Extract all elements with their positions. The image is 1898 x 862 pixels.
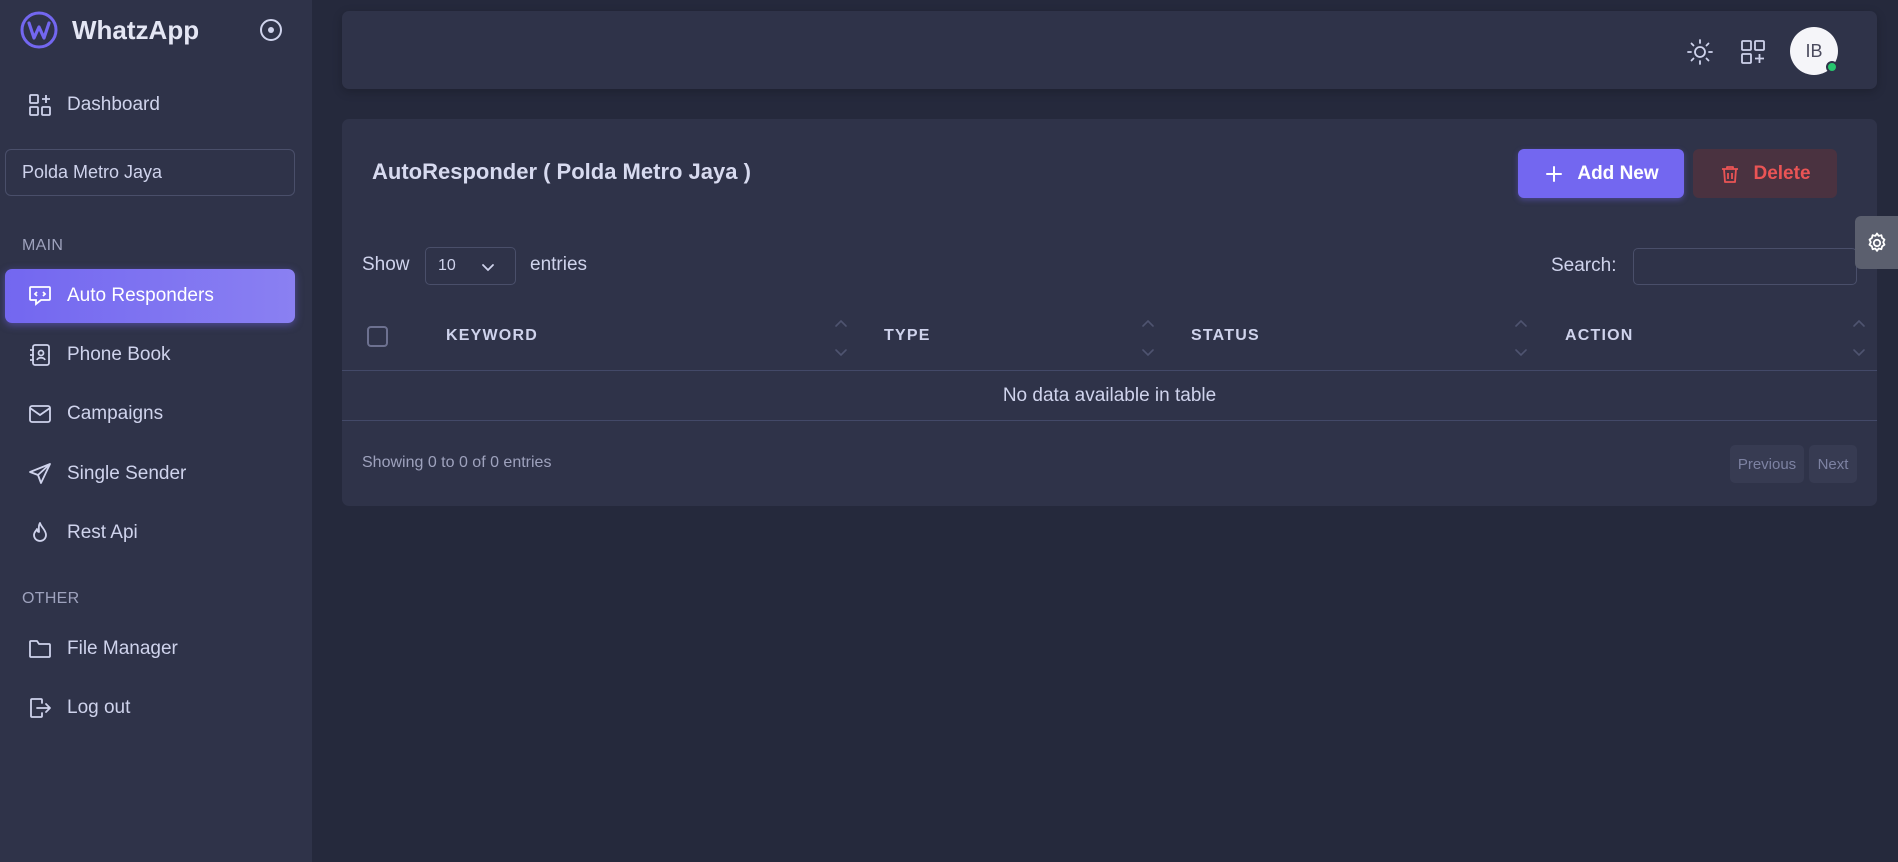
sidebar-item-label: File Manager xyxy=(67,638,178,659)
avatar[interactable]: IB xyxy=(1790,27,1838,75)
add-new-label: Add New xyxy=(1577,162,1659,184)
show-label: Show xyxy=(362,254,410,275)
online-status-dot xyxy=(1826,61,1838,73)
next-page-button[interactable]: Next xyxy=(1809,445,1857,483)
entries-length-value: 10 xyxy=(438,257,456,274)
column-header-status[interactable]: STATUS xyxy=(1191,327,1260,345)
column-header-type[interactable]: TYPE xyxy=(884,327,931,345)
mail-icon xyxy=(29,405,51,423)
chevron-down-icon xyxy=(482,264,494,272)
brand-logo-icon xyxy=(20,11,58,49)
plus-icon xyxy=(1546,165,1563,182)
sidebar: WhatzApp Dashboard Polda Metro Jaya MAIN… xyxy=(0,0,312,862)
sort-icon[interactable] xyxy=(1141,317,1155,359)
topbar: IB xyxy=(342,11,1877,89)
sort-icon[interactable] xyxy=(834,317,848,359)
sidebar-toggle-icon[interactable] xyxy=(257,16,285,44)
autoresponder-card: AutoResponder ( Polda Metro Jaya ) Add N… xyxy=(342,119,1877,506)
sidebar-item-dashboard[interactable]: Dashboard xyxy=(5,78,295,132)
sidebar-item-auto-responders[interactable]: Auto Responders xyxy=(5,269,295,323)
table-info: Showing 0 to 0 of 0 entries xyxy=(362,454,552,471)
sidebar-item-file-manager[interactable]: File Manager xyxy=(5,622,295,676)
section-label-main: MAIN xyxy=(22,237,64,254)
page-title: AutoResponder ( Polda Metro Jaya ) xyxy=(372,159,751,184)
column-header-keyword[interactable]: KEYWORD xyxy=(446,327,538,345)
sun-icon[interactable] xyxy=(1685,37,1715,67)
sort-icon[interactable] xyxy=(1852,317,1866,359)
select-all-checkbox[interactable] xyxy=(367,326,388,347)
device-select[interactable]: Polda Metro Jaya xyxy=(5,149,295,196)
sidebar-item-single-sender[interactable]: Single Sender xyxy=(5,447,295,501)
dashboard-icon xyxy=(29,94,51,116)
previous-page-button[interactable]: Previous xyxy=(1730,445,1804,483)
sidebar-item-label: Rest Api xyxy=(67,522,138,543)
sidebar-item-label: Phone Book xyxy=(67,344,171,365)
sidebar-item-log-out[interactable]: Log out xyxy=(5,681,295,735)
apps-add-icon[interactable] xyxy=(1738,37,1768,67)
entries-length-select[interactable]: 10 xyxy=(425,247,516,285)
message-bot-icon xyxy=(29,286,51,306)
delete-label: Delete xyxy=(1753,162,1811,184)
sidebar-item-label: Campaigns xyxy=(67,403,164,424)
section-label-other: OTHER xyxy=(22,590,80,607)
sort-icon[interactable] xyxy=(1514,317,1528,359)
search-input[interactable] xyxy=(1633,248,1857,285)
empty-table-row: No data available in table xyxy=(342,371,1877,421)
logout-icon xyxy=(30,698,51,718)
flame-icon xyxy=(33,522,47,542)
sidebar-item-label: Auto Responders xyxy=(67,285,214,306)
column-header-action[interactable]: ACTION xyxy=(1565,327,1634,345)
sidebar-item-label: Log out xyxy=(67,697,131,718)
entries-label: entries xyxy=(530,254,588,275)
search-label: Search: xyxy=(1551,255,1617,276)
send-icon xyxy=(29,463,51,484)
sidebar-item-rest-api[interactable]: Rest Api xyxy=(5,506,295,560)
folder-icon xyxy=(29,640,51,658)
trash-icon xyxy=(1722,165,1739,183)
table-header: KEYWORD TYPE STATUS ACTION xyxy=(342,309,1877,371)
brand-name: WhatzApp xyxy=(72,14,200,45)
customizer-toggle[interactable] xyxy=(1855,216,1898,269)
gear-icon xyxy=(1868,232,1885,252)
address-book-icon xyxy=(30,344,50,366)
brand[interactable]: WhatzApp xyxy=(20,11,200,49)
sidebar-item-campaigns[interactable]: Campaigns xyxy=(5,387,295,441)
sidebar-item-phone-book[interactable]: Phone Book xyxy=(5,328,295,382)
delete-button[interactable]: Delete xyxy=(1693,149,1837,198)
avatar-initials: IB xyxy=(1805,40,1823,61)
sidebar-item-label: Dashboard xyxy=(67,94,160,115)
sidebar-item-label: Single Sender xyxy=(67,463,187,484)
add-new-button[interactable]: Add New xyxy=(1518,149,1684,198)
